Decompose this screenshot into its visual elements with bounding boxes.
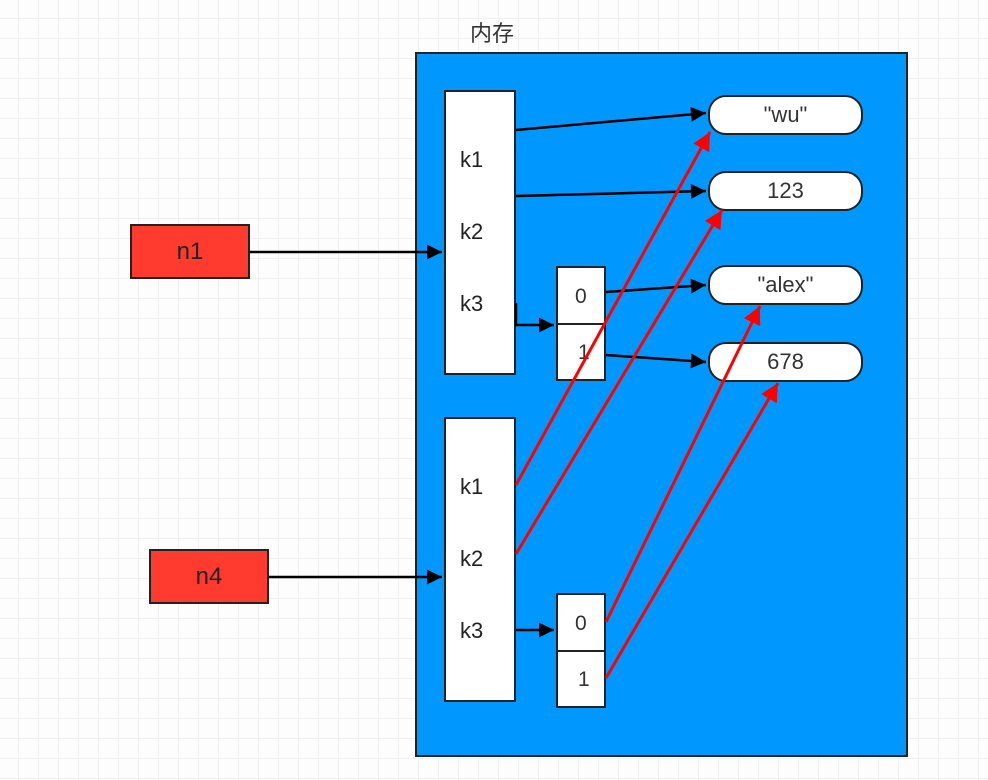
value-alex-text: "alex": [758, 272, 814, 298]
variable-n1: n1: [130, 224, 250, 279]
memory-title: 内存: [470, 16, 514, 48]
value-678: 678: [708, 342, 863, 382]
dict1-key-k1: k1: [460, 147, 483, 173]
list1-index-0: 0: [575, 285, 587, 309]
variable-n4-label: n4: [196, 563, 223, 591]
variable-n4: n4: [149, 549, 269, 604]
diagram-canvas: 内存 n1 n4 k1 k2 k3 k1 k2 k3 0 1 0 1 "wu" …: [0, 0, 988, 780]
value-123: 123: [708, 171, 863, 211]
list1-index-1: 1: [578, 341, 590, 365]
list2-divider: [556, 650, 606, 652]
value-alex: "alex": [708, 265, 863, 305]
value-123-text: 123: [767, 178, 804, 204]
list2-index-1: 1: [578, 668, 590, 692]
list1-divider: [556, 323, 606, 325]
dict2-key-k1: k1: [460, 474, 483, 500]
dict1-key-k2: k2: [460, 219, 483, 245]
list2-index-0: 0: [575, 612, 587, 636]
value-678-text: 678: [767, 349, 804, 375]
value-wu-text: "wu": [764, 102, 808, 128]
dict1-key-k3: k3: [460, 291, 483, 317]
dict2-key-k2: k2: [460, 546, 483, 572]
dict2-key-k3: k3: [460, 618, 483, 644]
value-wu: "wu": [708, 95, 863, 135]
variable-n1-label: n1: [177, 238, 204, 266]
